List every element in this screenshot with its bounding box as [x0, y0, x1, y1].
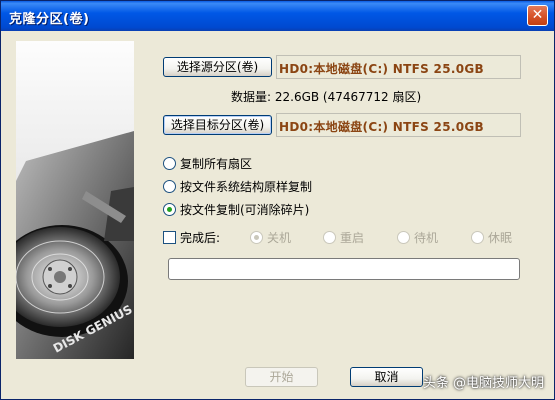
watermark-text: 头条 @电脑技师大明 [422, 376, 544, 391]
title-bar[interactable]: 克隆分区(卷) ✕ [1, 1, 554, 31]
checkbox-icon[interactable] [163, 231, 176, 244]
radio-icon[interactable] [397, 231, 410, 244]
select-source-button[interactable]: 选择源分区(卷) [163, 57, 272, 77]
start-button[interactable]: 开始 [245, 367, 318, 387]
shutdown-label: 关机 [267, 231, 292, 245]
after-done-shutdown-option[interactable]: 关机 [250, 229, 291, 245]
data-amount-label: 数据量: 22.6GB (47467712 扇区) [231, 90, 422, 104]
close-button[interactable]: ✕ [527, 5, 548, 26]
radio-icon[interactable] [323, 231, 336, 244]
hard-disk-illustration: DISK GENIUS [16, 131, 134, 359]
target-drive-text: HD0:本地磁盘(C:) NTFS 25.0GB [279, 120, 484, 134]
after-done-standby-option[interactable]: 待机 [397, 229, 438, 245]
copy-by-fs-structure-option[interactable]: 按文件系统结构原样复制 [163, 178, 312, 194]
copy-by-fs-structure-label: 按文件系统结构原样复制 [180, 180, 313, 194]
after-done-restart-option[interactable]: 重启 [323, 229, 364, 245]
hibernate-label: 休眠 [488, 231, 513, 245]
copy-all-sectors-label: 复制所有扇区 [180, 157, 253, 171]
radio-icon[interactable] [163, 157, 176, 170]
copy-by-files-label: 按文件复制(可消除碎片) [180, 203, 310, 217]
copy-all-sectors-option[interactable]: 复制所有扇区 [163, 155, 252, 171]
disk-genius-image: DISK GENIUS [16, 41, 134, 359]
copy-by-files-option[interactable]: 按文件复制(可消除碎片) [163, 201, 309, 217]
radio-selected-icon[interactable] [163, 203, 176, 216]
radio-icon[interactable] [471, 231, 484, 244]
source-drive-text: HD0:本地磁盘(C:) NTFS 25.0GB [279, 62, 484, 76]
progress-bar [168, 258, 520, 280]
dialog-window: 克隆分区(卷) ✕ DISK GENIUS 选择源分区(卷) HD0:本地磁盘(… [0, 0, 555, 400]
close-icon: ✕ [531, 7, 544, 23]
standby-label: 待机 [414, 231, 439, 245]
window-title: 克隆分区(卷) [9, 12, 90, 27]
radio-icon[interactable] [163, 180, 176, 193]
select-target-button[interactable]: 选择目标分区(卷) [163, 115, 272, 135]
target-drive-field: HD0:本地磁盘(C:) NTFS 25.0GB [276, 113, 521, 137]
restart-label: 重启 [340, 231, 365, 245]
cancel-button[interactable]: 取消 [350, 367, 423, 387]
after-done-hibernate-option[interactable]: 休眠 [471, 229, 512, 245]
after-done-label: 完成后: [180, 231, 221, 245]
after-done-checkbox[interactable]: 完成后: [163, 229, 220, 245]
source-drive-field: HD0:本地磁盘(C:) NTFS 25.0GB [276, 55, 521, 79]
radio-selected-icon[interactable] [250, 231, 263, 244]
